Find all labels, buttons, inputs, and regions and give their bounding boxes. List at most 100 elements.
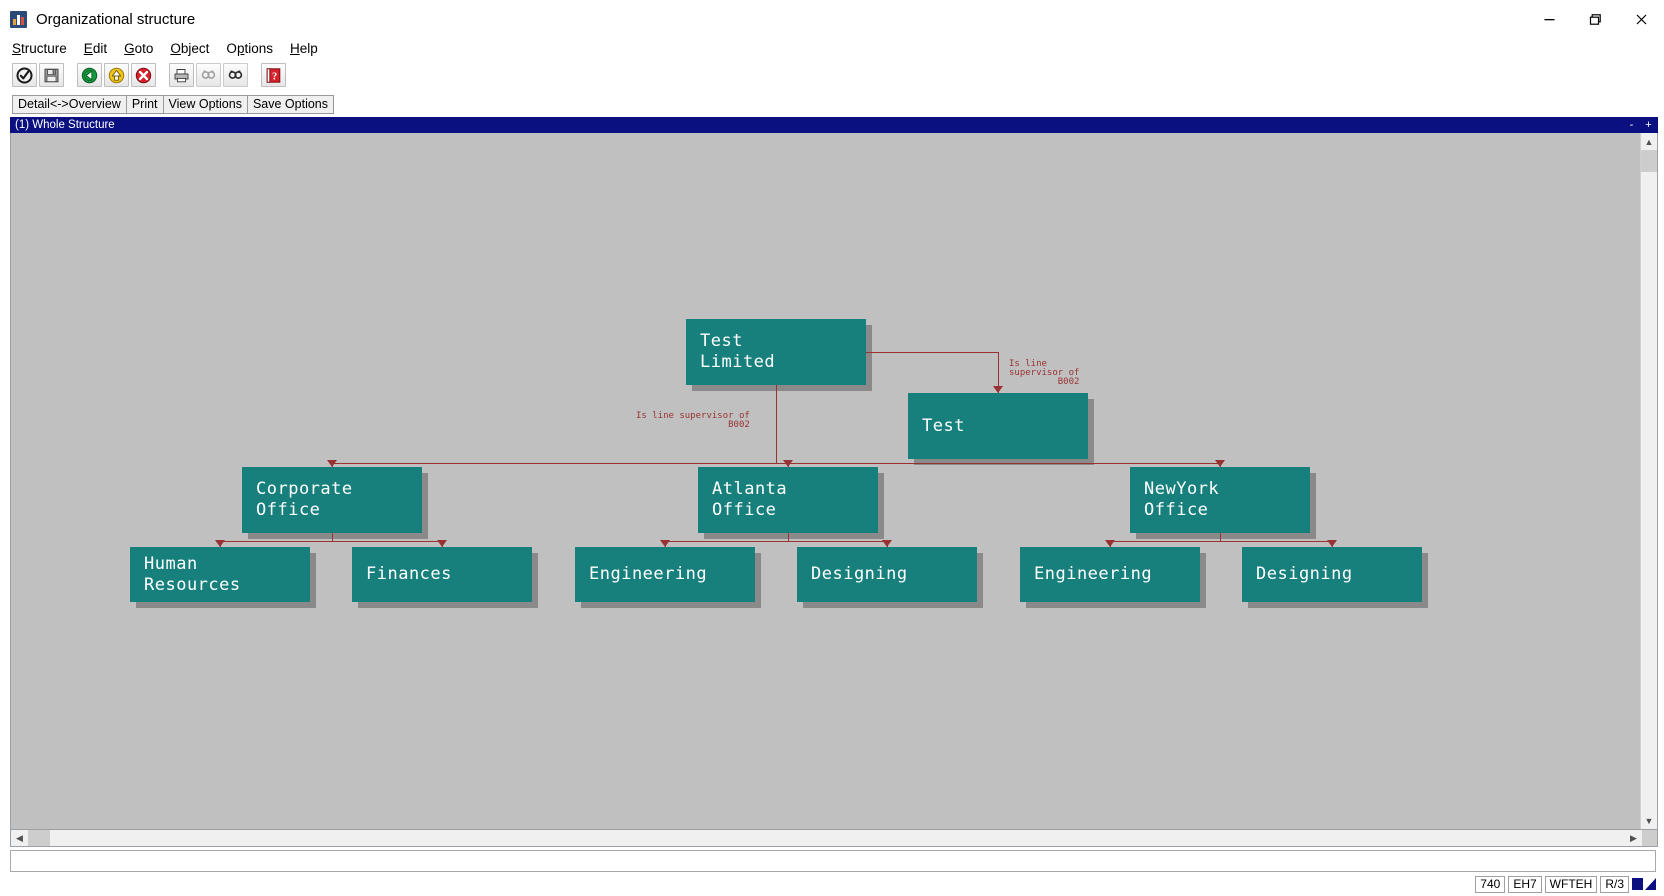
org-node-corporate-office[interactable]: Corporate Office xyxy=(242,467,422,533)
mdi-child-window: (1) Whole Structure - + Test Limited Test C… xyxy=(10,117,1658,830)
arrowhead-corporate-office xyxy=(327,460,337,467)
window-controls xyxy=(1526,0,1664,38)
arrowhead-test xyxy=(993,386,1003,393)
status-mode[interactable]: R/3 xyxy=(1600,875,1629,893)
close-button[interactable] xyxy=(1618,0,1664,38)
app-icon xyxy=(10,10,27,28)
menu-object[interactable]: Object xyxy=(170,42,209,56)
edge-level2-bus xyxy=(332,463,1220,464)
org-node-label-line1: Engineering xyxy=(1034,564,1153,584)
edge-testlimited-bus-v xyxy=(776,385,777,463)
menu-help[interactable]: Help xyxy=(290,42,318,56)
edge-corporate-office-sub-v xyxy=(332,533,333,541)
mdi-maximize-button[interactable]: + xyxy=(1643,119,1654,131)
org-node-label-line1: Test xyxy=(700,331,743,351)
scroll-down-arrow-icon[interactable]: ▼ xyxy=(1641,812,1657,829)
arrowhead-finances xyxy=(437,540,447,547)
back-icon[interactable] xyxy=(77,63,102,87)
cancel-icon[interactable] xyxy=(131,63,156,87)
org-node-label-line2: Office xyxy=(256,500,321,520)
org-node-label-line1: Designing xyxy=(1256,564,1353,584)
mdi-body: Test Limited Test Corporate Office Atlanta Off… xyxy=(10,133,1658,830)
view-options-button[interactable]: View Options xyxy=(162,94,248,114)
minimize-button[interactable] xyxy=(1526,0,1572,38)
menu-options[interactable]: Options xyxy=(226,42,273,56)
menu-bar: Structure Edit Goto Object Options Help xyxy=(0,38,1664,59)
org-node-label-line1: Human xyxy=(144,553,198,574)
scroll-up-arrow-icon[interactable]: ▲ xyxy=(1641,133,1657,150)
org-node-test-limited[interactable]: Test Limited xyxy=(686,319,866,385)
org-node-label-line1: Atlanta xyxy=(712,479,788,499)
print-button[interactable]: Print xyxy=(125,94,164,114)
org-node-label-line2: Office xyxy=(1144,500,1209,520)
mdi-window-controls: - + xyxy=(1626,119,1658,131)
menu-edit[interactable]: Edit xyxy=(84,42,107,56)
scroll-left-arrow-icon[interactable]: ◀ xyxy=(11,830,28,846)
status-system[interactable]: 740 xyxy=(1475,875,1506,893)
arrowhead-engineering-ny xyxy=(1105,540,1115,547)
edge-newyork-office-sub-bus xyxy=(1110,541,1332,542)
org-node-label-line1: Engineering xyxy=(589,564,708,584)
arrowhead-human-resources xyxy=(215,540,225,547)
org-node-engineering-ny[interactable]: Engineering xyxy=(1020,547,1200,602)
find-next-icon[interactable] xyxy=(223,63,248,87)
mdi-title-text: (1) Whole Structure xyxy=(15,119,115,131)
edge-atlanta-office-sub-v xyxy=(788,533,789,541)
save-options-button[interactable]: Save Options xyxy=(246,94,334,114)
vertical-scroll-track[interactable] xyxy=(1641,172,1657,812)
arrowhead-newyork-office xyxy=(1215,460,1225,467)
function-button-bar: Detail<->Overview Print View Options Sav… xyxy=(0,91,1664,117)
print-icon[interactable] xyxy=(169,63,194,87)
org-node-finances[interactable]: Finances xyxy=(352,547,532,602)
help-icon[interactable]: ? xyxy=(261,63,286,87)
org-node-test[interactable]: Test xyxy=(908,393,1088,459)
org-node-engineering-atl[interactable]: Engineering xyxy=(575,547,755,602)
org-node-label-line1: NewYork xyxy=(1144,479,1220,499)
window-title: Organizational structure xyxy=(36,10,196,28)
relationship-label-level2: Is line supervisor of B002 xyxy=(636,411,750,430)
org-node-label-line1: Corporate xyxy=(256,479,353,499)
exit-up-icon[interactable] xyxy=(104,63,129,87)
title-bar: Organizational structure xyxy=(0,0,1664,38)
org-node-label-line1: Designing xyxy=(811,564,908,584)
maximize-restore-button[interactable] xyxy=(1572,0,1618,38)
org-node-human-resources[interactable]: Human Resources xyxy=(130,547,310,602)
enter-check-icon[interactable] xyxy=(12,63,37,87)
org-node-designing-atl[interactable]: Designing xyxy=(797,547,977,602)
org-node-designing-ny[interactable]: Designing xyxy=(1242,547,1422,602)
scroll-right-arrow-icon[interactable]: ▶ xyxy=(1625,830,1642,846)
arrowhead-atlanta-office xyxy=(783,460,793,467)
toolbar: ? xyxy=(0,59,1664,91)
vertical-scroll-thumb[interactable] xyxy=(1641,150,1657,172)
svg-text:?: ? xyxy=(272,71,277,82)
horizontal-scroll-thumb[interactable] xyxy=(28,830,50,846)
resize-grip[interactable] xyxy=(1642,830,1657,846)
application-window: Organizational structure Structure Edit … xyxy=(0,0,1664,896)
arrowhead-engineering-atl xyxy=(660,540,670,547)
menu-goto[interactable]: Goto xyxy=(124,42,153,56)
status-instance[interactable]: WFTEH xyxy=(1544,875,1598,893)
status-indicator-icon xyxy=(1632,877,1658,892)
status-bar: 740 EH7 WFTEH R/3 xyxy=(0,872,1664,896)
find-icon[interactable] xyxy=(196,63,221,87)
chart-canvas-container[interactable]: Test Limited Test Corporate Office Atlanta Off… xyxy=(11,133,1640,829)
arrowhead-designing-ny xyxy=(1327,540,1337,547)
org-node-newyork-office[interactable]: NewYork Office xyxy=(1130,467,1310,533)
org-node-label-line1: Finances xyxy=(366,564,452,584)
message-bar xyxy=(10,850,1656,872)
vertical-scrollbar[interactable]: ▲ ▼ xyxy=(1640,133,1657,829)
org-node-atlanta-office[interactable]: Atlanta Office xyxy=(698,467,878,533)
mdi-title-bar: (1) Whole Structure - + xyxy=(10,117,1658,133)
horizontal-scroll-track[interactable] xyxy=(50,830,1625,846)
org-chart-canvas[interactable]: Test Limited Test Corporate Office Atlanta Off… xyxy=(11,133,1640,829)
edge-corporate-office-sub-bus xyxy=(220,541,442,542)
org-node-label-line2: Limited xyxy=(700,352,776,372)
mdi-minimize-button[interactable]: - xyxy=(1626,119,1637,131)
menu-structure[interactable]: Structure xyxy=(12,42,67,56)
detail-overview-button[interactable]: Detail<->Overview xyxy=(12,94,127,114)
status-client[interactable]: EH7 xyxy=(1508,875,1542,893)
horizontal-scrollbar[interactable]: ◀ ▶ xyxy=(10,830,1658,847)
org-node-label-line1: Test xyxy=(922,415,965,436)
save-icon[interactable] xyxy=(39,63,64,87)
edge-testlimited-test-h xyxy=(866,352,998,353)
